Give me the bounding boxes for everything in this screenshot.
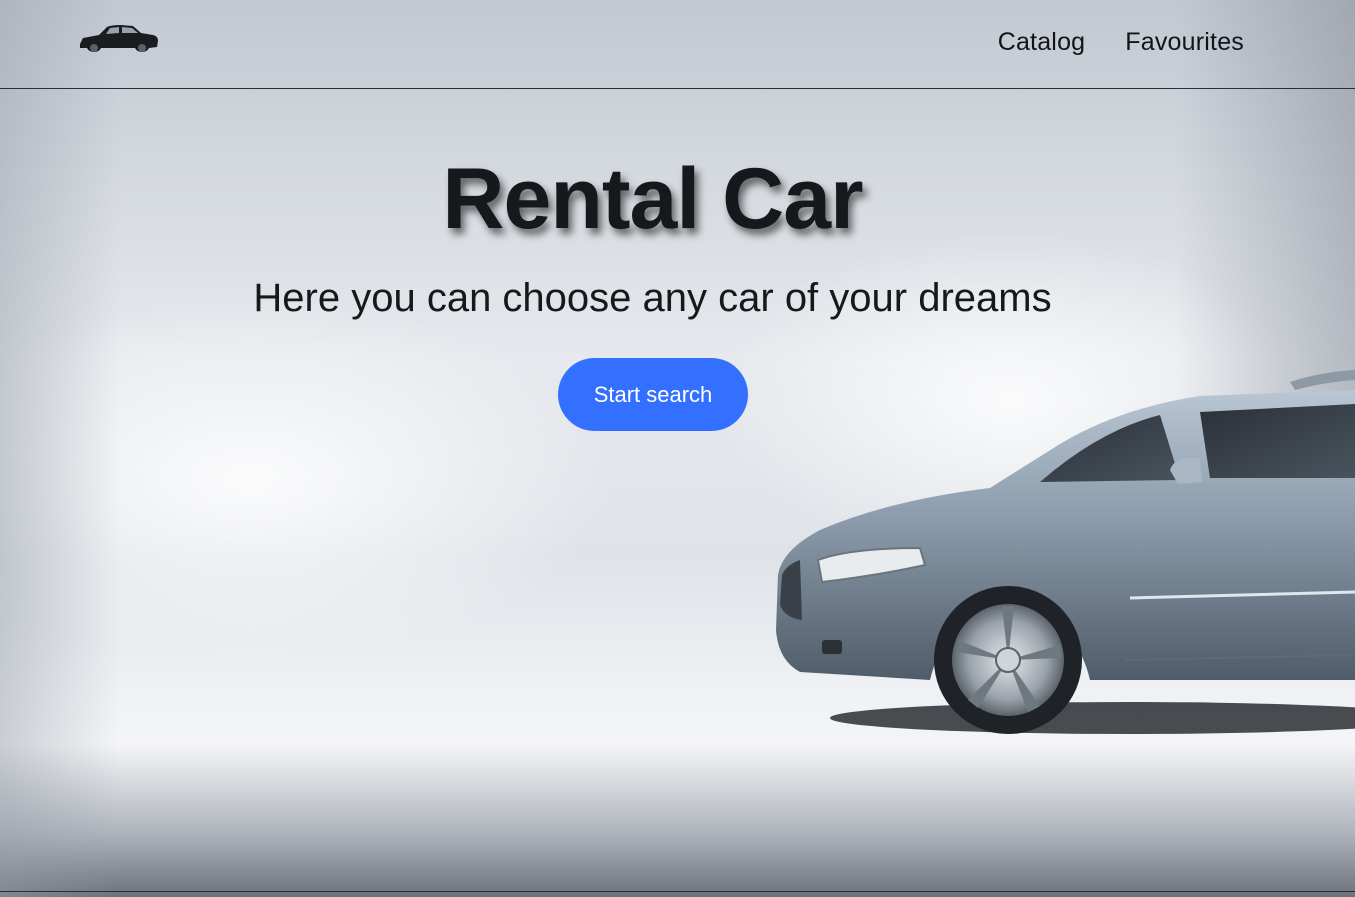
hero-title: Rental Car — [442, 151, 863, 247]
nav-catalog-link[interactable]: Catalog — [998, 28, 1086, 57]
car-logo-icon[interactable] — [77, 22, 159, 56]
background-shade-left — [0, 0, 120, 897]
site-header: Catalog Favourites — [0, 0, 1355, 89]
footer-divider — [0, 891, 1355, 892]
hero-subtitle: Here you can choose any car of your drea… — [253, 276, 1052, 320]
start-search-button[interactable]: Start search — [558, 358, 748, 431]
nav-favourites-link[interactable]: Favourites — [1125, 28, 1244, 57]
landing-page: Catalog Favourites Rental Car Here you c… — [0, 0, 1355, 897]
main-nav: Catalog Favourites — [998, 28, 1244, 57]
car-hero-image — [776, 370, 1355, 734]
